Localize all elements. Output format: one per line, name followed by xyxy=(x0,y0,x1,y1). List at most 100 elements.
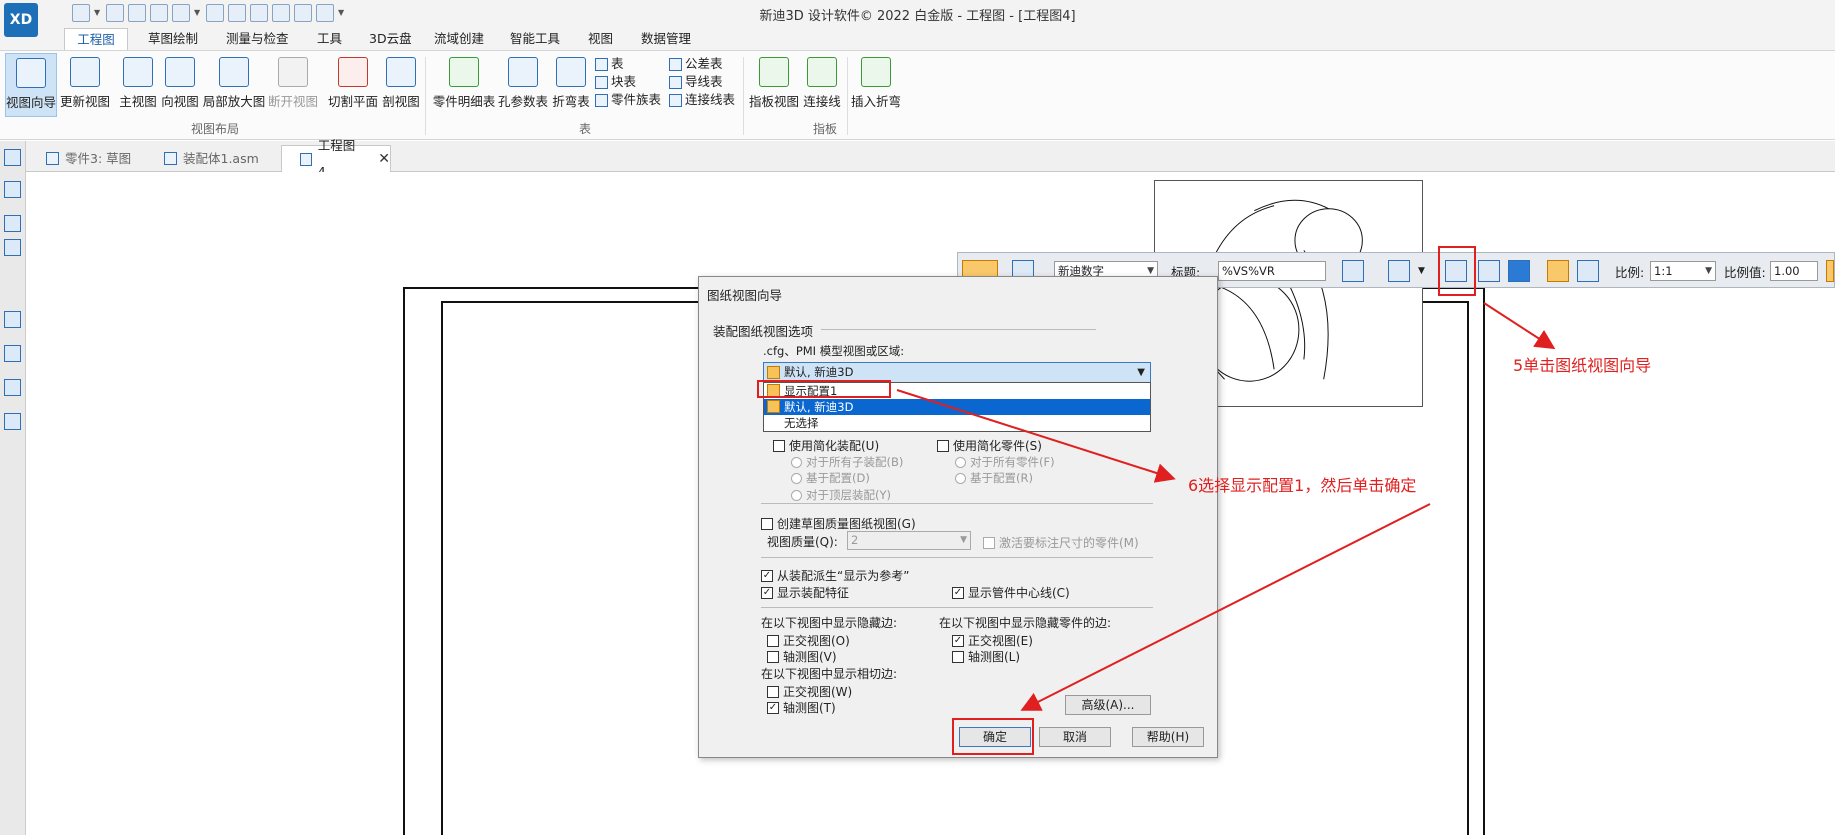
plate-view-icon xyxy=(759,57,789,87)
parts-list-button[interactable]: 零件明细表 xyxy=(432,53,496,117)
hidden-part-axo-checkbox[interactable]: 轴测图(L) xyxy=(952,648,1020,665)
hidden-ortho-checkbox[interactable]: 正交视图(O) xyxy=(767,632,850,649)
ribbon-separator xyxy=(847,57,848,135)
simplified-assembly-checkbox[interactable]: 使用简化装配(U) xyxy=(773,437,879,454)
hole-table-icon xyxy=(508,57,538,87)
wire-table-item[interactable]: 导线表 xyxy=(669,73,735,91)
update-view-button[interactable]: 更新视图 xyxy=(59,53,111,117)
app-logo[interactable]: XD xyxy=(4,3,38,37)
wireframe-icon[interactable] xyxy=(1577,260,1599,282)
table-item[interactable]: 表 xyxy=(595,55,661,73)
dropdown-item-none[interactable]: 无选择 xyxy=(764,415,1150,431)
tab-sketch[interactable]: 草图绘制 xyxy=(148,28,198,50)
sheet-icon[interactable] xyxy=(4,215,21,232)
tab-3d-cloud[interactable]: 3D云盘 xyxy=(369,28,412,50)
layers-icon[interactable] xyxy=(4,181,21,198)
block-table-icon xyxy=(595,75,608,89)
radio-by-config-d[interactable]: 基于配置(D) xyxy=(791,470,870,486)
view-quality-label: 视图质量(Q): xyxy=(767,535,838,549)
plate-view-button[interactable]: 指板视图 xyxy=(748,53,800,117)
title-input[interactable]: %VS%VR xyxy=(1218,261,1326,281)
tab-drawing[interactable]: 工程图 xyxy=(64,28,128,50)
insert-bend-button[interactable]: 插入折弯 xyxy=(850,53,902,117)
dropdown-item-default[interactable]: 默认, 新迪3D xyxy=(764,399,1150,415)
create-draft-checkbox[interactable]: 创建草图质量图纸视图(G) xyxy=(761,515,916,532)
tab-measure[interactable]: 测量与检查 xyxy=(226,28,289,50)
shaded-view-icon[interactable] xyxy=(1547,260,1569,282)
table-list-1: 表 块表 零件族表 xyxy=(595,55,661,109)
tree-icon[interactable] xyxy=(4,239,21,256)
radio-top-assembly[interactable]: 对于顶层装配(Y) xyxy=(791,487,891,503)
broken-view-button[interactable]: 断开视图 xyxy=(267,53,319,117)
tangent-ortho-checkbox[interactable]: 正交视图(W) xyxy=(767,683,852,700)
tolerance-table-icon xyxy=(669,57,682,71)
view-frame-icon[interactable] xyxy=(1478,260,1500,282)
scale-value-input[interactable]: 1.00 xyxy=(1770,261,1818,281)
drawing-icon xyxy=(300,152,312,166)
radio-all-subassemblies[interactable]: 对于所有子装配(B) xyxy=(791,454,903,470)
save-view-icon[interactable] xyxy=(1388,260,1410,282)
bend-table-button[interactable]: 折弯表 xyxy=(551,53,591,117)
wire-table-icon xyxy=(669,75,682,89)
color-icon[interactable] xyxy=(4,379,21,396)
advanced-button[interactable]: 高级(A)... xyxy=(1065,695,1151,715)
help-icon[interactable] xyxy=(4,311,21,328)
activate-parts-checkbox[interactable]: 激活要标注尺寸的零件(M) xyxy=(983,534,1139,551)
doc-tab-drawing4[interactable]: 工程图4 ✕ xyxy=(281,138,391,179)
section-view-button[interactable]: 剖视图 xyxy=(381,53,421,117)
cutting-plane-icon xyxy=(338,57,368,87)
drawing-icon[interactable] xyxy=(4,149,21,166)
scale-select[interactable]: 1:1 ▼ xyxy=(1650,261,1716,281)
part-icon xyxy=(46,152,59,165)
direction-view-button[interactable]: 向视图 xyxy=(160,53,200,117)
hidden-part-ortho-checkbox[interactable]: ✓ 正交视图(E) xyxy=(952,632,1033,649)
cutting-plane-button[interactable]: 切割平面 xyxy=(327,53,379,117)
hole-table-button[interactable]: 孔参数表 xyxy=(497,53,549,117)
chevron-down-icon[interactable]: ▼ xyxy=(1418,260,1430,282)
doc-tab-assembly1[interactable]: 装配体1.asm xyxy=(146,145,280,172)
tab-tools[interactable]: 工具 xyxy=(317,28,342,50)
dialog-title: 图纸视图向导 xyxy=(707,288,783,303)
highlight-view-wizard xyxy=(1438,246,1476,296)
tangent-edges-label: 在以下视图中显示相切边: xyxy=(761,667,898,681)
cancel-button[interactable]: 取消 xyxy=(1039,727,1111,747)
connection-line-button[interactable]: 连接线 xyxy=(802,53,842,117)
more-icon[interactable] xyxy=(1826,260,1834,282)
tab-data-manage[interactable]: 数据管理 xyxy=(641,28,691,50)
block-table-item[interactable]: 块表 xyxy=(595,73,661,91)
derive-reference-checkbox[interactable]: ✓ 从装配派生“显示为参考” xyxy=(761,567,909,584)
ribbon: 视图向导 更新视图 主视图 向视图 局部放大图 断开视图 切割平面 剖视图 视图… xyxy=(0,50,1835,140)
main-view-button[interactable]: 主视图 xyxy=(118,53,158,117)
doc-tab-part3[interactable]: 零件3: 草图 xyxy=(28,145,144,172)
chevron-down-icon: ▼ xyxy=(1137,367,1145,378)
scale-value-label: 比例值: xyxy=(1724,265,1766,280)
family-table-item[interactable]: 零件族表 xyxy=(595,91,661,109)
view-quality-select[interactable]: 2 ▼ xyxy=(847,531,971,550)
document-tabs: 零件3: 草图 装配体1.asm 工程图4 ✕ xyxy=(26,138,1835,179)
radio-by-config-r[interactable]: 基于配置(R) xyxy=(955,470,1033,486)
tangent-axo-checkbox[interactable]: ✓ 轴测图(T) xyxy=(767,699,836,716)
tolerance-table-item[interactable]: 公差表 xyxy=(669,55,735,73)
cube-icon[interactable] xyxy=(1508,260,1530,282)
close-icon[interactable]: ✕ xyxy=(378,146,390,172)
hidden-axo-checkbox[interactable]: 轴测图(V) xyxy=(767,648,837,665)
connection-table-icon xyxy=(669,93,682,107)
connection-table-item[interactable]: 连接线表 xyxy=(669,91,735,109)
detail-view-button[interactable]: 局部放大图 xyxy=(202,53,266,117)
help-button[interactable]: 帮助(H) xyxy=(1132,727,1204,747)
tab-smart-tools[interactable]: 智能工具 xyxy=(510,28,560,50)
tab-flow[interactable]: 流域创建 xyxy=(434,28,484,50)
config-icon xyxy=(767,366,780,379)
comment-icon[interactable] xyxy=(4,345,21,362)
show-assembly-features-checkbox[interactable]: ✓ 显示装配特征 xyxy=(761,584,849,601)
assembly-icon xyxy=(164,152,177,165)
tab-view[interactable]: 视图 xyxy=(588,28,613,50)
bend-table-icon xyxy=(556,57,586,87)
view-wizard-button[interactable]: 视图向导 xyxy=(5,53,57,117)
radio-all-parts[interactable]: 对于所有零件(F) xyxy=(955,454,1055,470)
simplified-part-checkbox[interactable]: 使用简化零件(S) xyxy=(937,437,1042,454)
list-icon[interactable] xyxy=(4,413,21,430)
show-tube-centerline-checkbox[interactable]: ✓ 显示管件中心线(C) xyxy=(952,584,1070,601)
annotation-icon[interactable] xyxy=(1342,260,1364,282)
table-icon xyxy=(595,57,608,71)
